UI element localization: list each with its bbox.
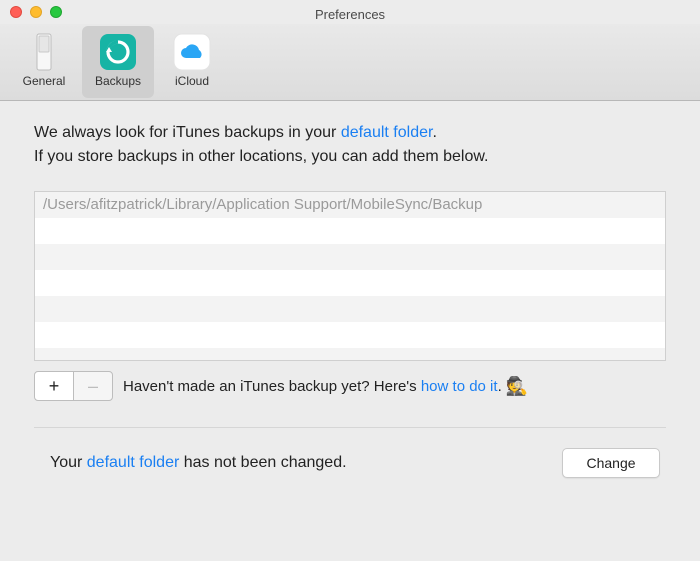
default-folder-link[interactable]: default folder: [341, 124, 433, 141]
tab-label: General: [23, 74, 66, 88]
list-item: [35, 244, 665, 270]
zoom-icon[interactable]: [50, 6, 62, 18]
tab-general[interactable]: General: [8, 26, 80, 98]
default-folder-link-2[interactable]: default folder: [87, 454, 180, 471]
tab-icloud[interactable]: iCloud: [156, 26, 228, 98]
list-item: [35, 270, 665, 296]
backup-paths-list[interactable]: /Users/afitzpatrick/Library/Application …: [34, 191, 666, 361]
list-item: [35, 218, 665, 244]
footer-text: Your default folder has not been changed…: [50, 454, 562, 472]
titlebar: Preferences: [0, 0, 700, 24]
list-item: [35, 296, 665, 322]
footer-prefix: Your: [50, 454, 87, 471]
remove-button: –: [73, 371, 113, 401]
footer-suffix: has not been changed.: [179, 454, 346, 471]
preferences-window: Preferences General Backups: [0, 0, 700, 561]
toolbar: General Backups iCloud: [0, 24, 700, 101]
icloud-icon: [172, 32, 212, 72]
detective-icon: 🕵️: [506, 376, 528, 397]
intro-suffix: .: [432, 124, 436, 141]
change-label: Change: [586, 455, 635, 471]
window-controls: [10, 6, 62, 18]
backups-icon: [98, 32, 138, 72]
close-icon[interactable]: [10, 6, 22, 18]
list-controls: + – Haven't made an iTunes backup yet? H…: [34, 371, 666, 401]
minus-icon: –: [88, 377, 98, 395]
hint-suffix: .: [498, 378, 502, 395]
intro-line-1: We always look for iTunes backups in you…: [34, 121, 666, 145]
change-button[interactable]: Change: [562, 448, 660, 478]
intro-line-2: If you store backups in other locations,…: [34, 145, 666, 169]
list-item[interactable]: /Users/afitzpatrick/Library/Application …: [35, 192, 665, 218]
minimize-icon[interactable]: [30, 6, 42, 18]
add-button[interactable]: +: [34, 371, 74, 401]
list-item: [35, 322, 665, 348]
general-icon: [24, 32, 64, 72]
tab-label: Backups: [95, 74, 141, 88]
backup-hint: Haven't made an iTunes backup yet? Here'…: [123, 376, 528, 397]
intro-prefix: We always look for iTunes backups in you…: [34, 124, 341, 141]
window-title: Preferences: [0, 3, 700, 22]
tab-label: iCloud: [175, 74, 209, 88]
footer-row: Your default folder has not been changed…: [34, 428, 666, 478]
plus-icon: +: [49, 377, 60, 395]
tab-backups[interactable]: Backups: [82, 26, 154, 98]
hint-prefix: Haven't made an iTunes backup yet? Here'…: [123, 378, 421, 395]
content: We always look for iTunes backups in you…: [0, 101, 700, 561]
list-item: [35, 348, 665, 361]
how-to-link[interactable]: how to do it: [421, 378, 498, 395]
